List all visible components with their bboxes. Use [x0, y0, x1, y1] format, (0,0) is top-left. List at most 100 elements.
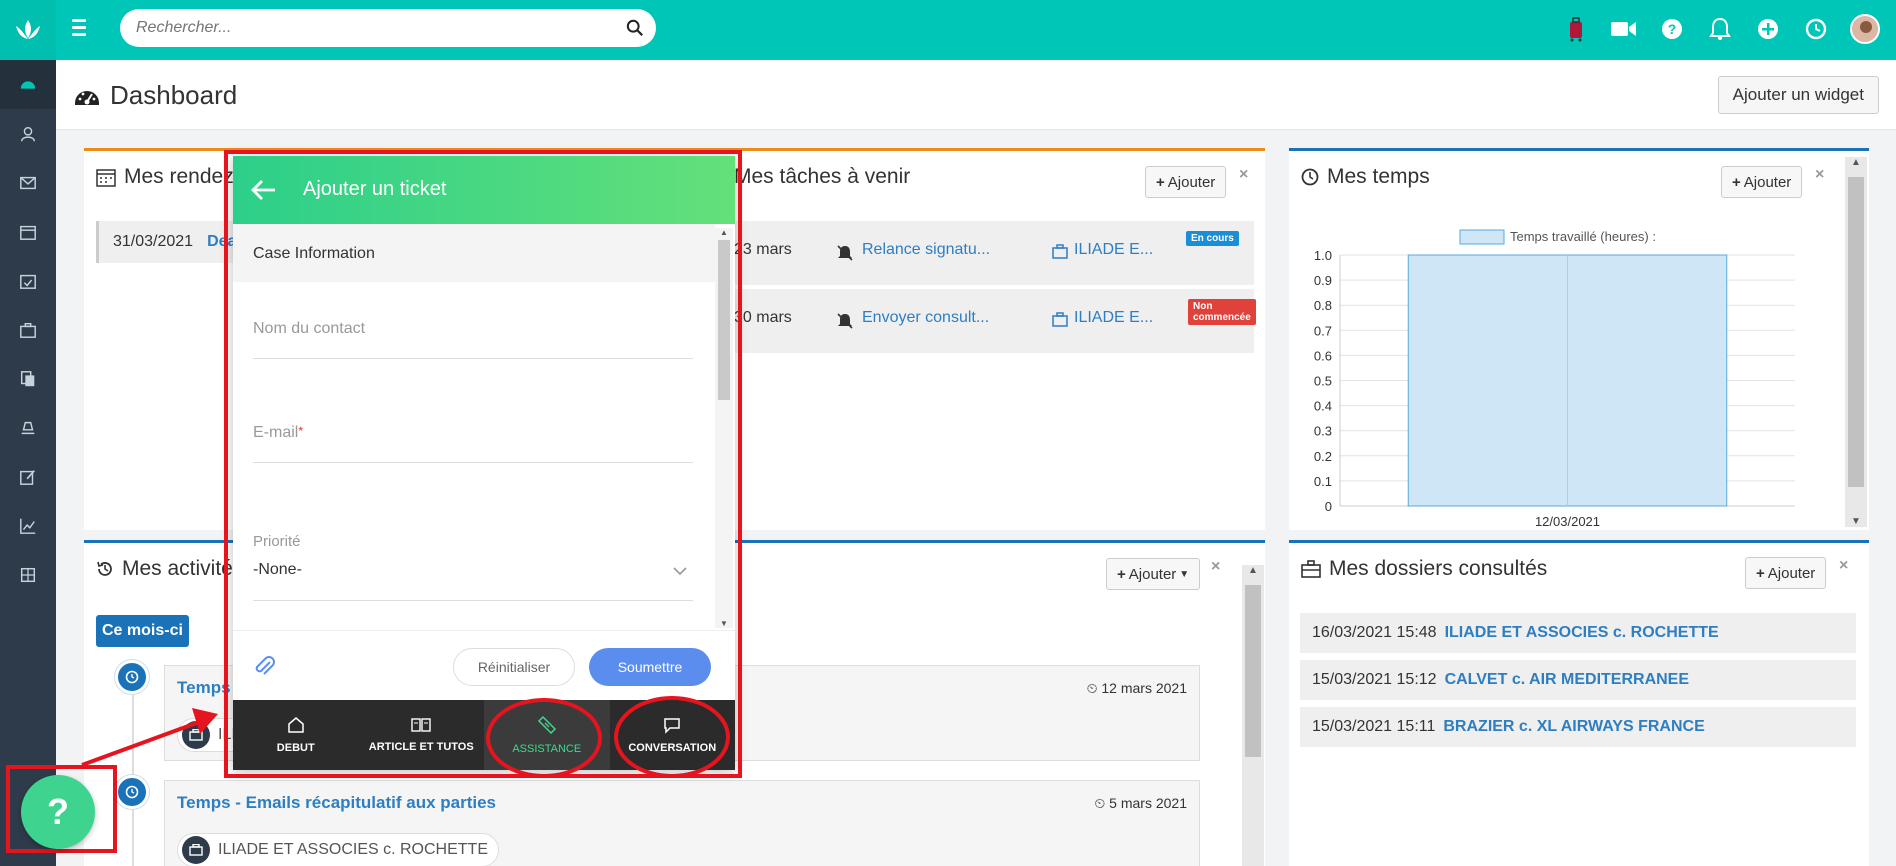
- annotation-ellipse-conversation: [614, 696, 730, 778]
- rendezvous-title: Mes rendez-: [96, 165, 241, 189]
- search-bar: [120, 9, 656, 47]
- clock-icon[interactable]: [1802, 14, 1830, 44]
- envelope-icon: [20, 176, 36, 189]
- dossiers-add-button[interactable]: + Ajouter: [1745, 557, 1827, 589]
- sidebar-item-calculator[interactable]: [0, 550, 56, 599]
- activity-item[interactable]: Temps - Emails récapitulatif aux parties…: [164, 780, 1200, 866]
- line-chart-icon: [20, 518, 36, 534]
- plus-circle-icon[interactable]: [1754, 14, 1782, 44]
- briefcase-icon: [1301, 560, 1321, 578]
- timeline-clock-icon: [115, 660, 149, 694]
- temps-scrollbar[interactable]: ▲ ▼: [1845, 157, 1867, 527]
- dossiers-title-text: Mes dossiers consultés: [1329, 557, 1548, 580]
- annotation-arrow: [81, 708, 218, 767]
- sidebar-item-contacts[interactable]: [0, 109, 56, 158]
- y-tick-label: 0.3: [1314, 424, 1332, 439]
- help-circle-icon[interactable]: ?: [1658, 14, 1686, 44]
- task-link[interactable]: Envoyer consult...: [862, 309, 989, 327]
- legend-label: Temps travaillé (heures) :: [1510, 229, 1656, 244]
- add-widget-button[interactable]: Ajouter un widget: [1717, 76, 1879, 114]
- temps-title-text: Mes temps: [1327, 165, 1430, 188]
- dossiers-close-icon[interactable]: ×: [1839, 557, 1848, 575]
- app-logo[interactable]: [0, 0, 56, 60]
- status-badge: En cours: [1186, 231, 1239, 246]
- filter-this-month[interactable]: Ce mois-ci: [96, 615, 189, 647]
- sidebar-item-dashboard[interactable]: [0, 60, 56, 109]
- annotation-rect-widget: [224, 150, 742, 778]
- topbar: ?: [56, 0, 1896, 60]
- no-bell-icon: [837, 313, 853, 329]
- activity-title[interactable]: Temps - Emails récapitulatif aux parties: [177, 793, 496, 813]
- task-case-link[interactable]: ILIADE E...: [1074, 241, 1153, 259]
- temps-title: Mes temps: [1301, 165, 1430, 189]
- temps-chart: Temps travaillé (heures) : 1.0 0.9 0.8 0.7 0.…: [1314, 229, 1795, 529]
- sidebar-item-cases[interactable]: [0, 305, 56, 354]
- y-tick-label: 0.9: [1314, 273, 1332, 288]
- taches-close-icon[interactable]: ×: [1239, 166, 1248, 184]
- user-icon: [20, 126, 36, 141]
- task-link[interactable]: Relance signatu...: [862, 241, 990, 259]
- activites-close-icon[interactable]: ×: [1211, 558, 1220, 576]
- activites-add-button[interactable]: + Ajouter ▼: [1106, 558, 1201, 590]
- dashboard-icon: [20, 80, 36, 89]
- task-date: 23 mars: [734, 241, 792, 258]
- edit-icon: [20, 469, 35, 485]
- dossier-row[interactable]: 15/03/2021 15:12 CALVET c. AIR MEDITERRAN…: [1300, 660, 1856, 700]
- activity-title[interactable]: Temps: [177, 678, 231, 698]
- dossier-link[interactable]: BRAZIER c. XL AIRWAYS FRANCE: [1443, 718, 1704, 736]
- help-button[interactable]: ?: [21, 775, 95, 849]
- top-actions: ?: [1562, 14, 1880, 44]
- task-row[interactable]: 23 mars Relance signatu... ILIADE E... E…: [724, 221, 1254, 285]
- y-tick-label: 0.1: [1314, 474, 1332, 489]
- activity-date: ⏲ 5 mars 2021: [1094, 795, 1187, 811]
- y-tick-label: 0.6: [1314, 348, 1332, 363]
- search-icon[interactable]: [626, 19, 644, 37]
- temps-close-icon[interactable]: ×: [1815, 166, 1824, 184]
- video-camera-icon[interactable]: [1610, 14, 1638, 44]
- avatar[interactable]: [1850, 14, 1880, 44]
- sidebar-item-mail[interactable]: [0, 158, 56, 207]
- no-bell-icon: [837, 245, 853, 261]
- dossier-row[interactable]: 15/03/2021 15:11 BRAZIER c. XL AIRWAYS FR…: [1300, 707, 1856, 747]
- dossier-link[interactable]: CALVET c. AIR MEDITERRANEE: [1445, 671, 1689, 689]
- invoice-icon: [21, 421, 35, 434]
- activity-case[interactable]: ILIADE ET ASSOCIES c. ROCHETTE: [177, 833, 499, 866]
- status-badge: Non commencée: [1188, 299, 1256, 325]
- dossiers-title: Mes dossiers consultés: [1301, 557, 1547, 581]
- task-date: 30 mars: [734, 309, 792, 326]
- dossier-link[interactable]: ILIADE ET ASSOCIES c. ROCHETTE: [1445, 624, 1719, 642]
- history-icon: [97, 561, 112, 576]
- sidebar-item-calendar[interactable]: [0, 207, 56, 256]
- task-case-link[interactable]: ILIADE E...: [1074, 309, 1153, 327]
- menu-toggle-icon[interactable]: [72, 19, 94, 39]
- briefcase-icon: [20, 322, 36, 338]
- search-input[interactable]: [136, 17, 616, 39]
- dashboard-gauge-icon: [75, 90, 99, 105]
- sidebar-item-notes[interactable]: [0, 452, 56, 501]
- timeline-clock-icon: [115, 775, 149, 809]
- rendezvous-date: 31/03/2021: [113, 233, 194, 250]
- dossier-row[interactable]: 16/03/2021 15:48 ILIADE ET ASSOCIES c. RO…: [1300, 613, 1856, 653]
- task-row[interactable]: 30 mars Envoyer consult... ILIADE E... N…: [724, 289, 1256, 353]
- activites-scrollbar[interactable]: ▲: [1242, 565, 1264, 866]
- luggage-icon[interactable]: [1562, 14, 1590, 44]
- documents-icon: [20, 370, 35, 386]
- lotus-logo-icon: [16, 20, 40, 39]
- sidebar-item-documents[interactable]: [0, 354, 56, 403]
- y-tick-label: 0.5: [1314, 374, 1332, 389]
- bell-icon[interactable]: [1706, 14, 1734, 44]
- y-tick-label: 0.8: [1314, 298, 1332, 313]
- sidebar-item-billing[interactable]: [0, 403, 56, 452]
- x-tick-label: 12/03/2021: [1535, 514, 1600, 529]
- y-tick-label: 0: [1325, 499, 1332, 514]
- calendar-check-icon: [20, 274, 36, 289]
- temps-add-button[interactable]: + Ajouter: [1721, 166, 1803, 198]
- y-tick-label: 1.0: [1314, 248, 1332, 263]
- y-tick-label: 0.4: [1314, 399, 1332, 414]
- page-header: Dashboard Ajouter un widget: [56, 60, 1896, 130]
- taches-title-text: Mes tâches à venir: [734, 165, 911, 188]
- sidebar-item-stats[interactable]: [0, 501, 56, 550]
- sidebar-item-tasks[interactable]: [0, 256, 56, 305]
- y-tick-label: 0.2: [1314, 449, 1332, 464]
- taches-add-button[interactable]: + Ajouter: [1145, 166, 1227, 198]
